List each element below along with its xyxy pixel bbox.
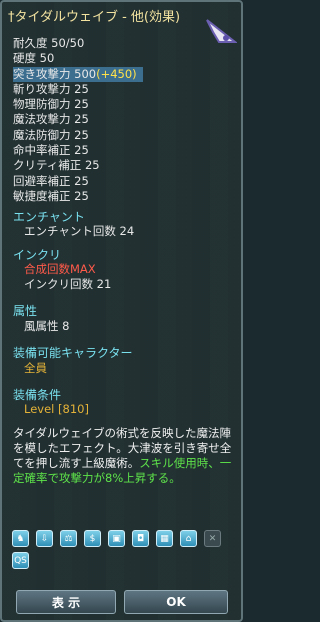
- stat-evasion-correction: 回避率補正 25: [13, 173, 89, 188]
- equip-cond-heading: 装備条件: [13, 388, 62, 402]
- money-bag-icon[interactable]: $: [84, 530, 101, 547]
- equip-cond-value: Level [810]: [24, 402, 89, 416]
- inkuri-max-label: 合成回数MAX: [24, 262, 96, 276]
- qs-icon[interactable]: QS: [12, 552, 29, 569]
- horse-icon[interactable]: ♞: [12, 530, 29, 547]
- home-icon[interactable]: ⌂: [180, 530, 197, 547]
- stat-magic-defense: 魔法防御力 25: [13, 127, 89, 142]
- attribute-heading: 属性: [13, 304, 38, 318]
- equip-chars-value: 全員: [24, 361, 47, 375]
- item-corner-icon: [206, 19, 237, 43]
- equip-chars-heading: 装備可能キャラクター: [13, 346, 133, 360]
- inkuri-value: インクリ回数 21: [24, 277, 112, 291]
- ok-button[interactable]: OK: [124, 590, 228, 614]
- show-button[interactable]: 表 示: [16, 590, 116, 614]
- stat-thrust-label: 突き攻撃力 500: [13, 66, 97, 81]
- box-icon[interactable]: ▦: [156, 530, 173, 547]
- chest-icon[interactable]: ▣: [108, 530, 125, 547]
- attribute-value: 風属性 8: [24, 319, 70, 333]
- stat-slash-attack: 斬り攻撃力 25: [13, 81, 89, 96]
- stat-magic-attack: 魔法攻撃力 25: [13, 112, 89, 127]
- stat-thrust-attack: 突き攻撃力 500(+450): [13, 66, 143, 82]
- stat-thrust-bonus: (+450): [96, 66, 137, 81]
- stat-critical-correction: クリティ補正 25: [13, 158, 100, 173]
- stat-physical-defense: 物理防御力 25: [13, 97, 89, 112]
- item-tooltip-panel: †タイダルウェイブ - 他(効果) 耐久度 50/50 硬度 50 突き攻撃力 …: [0, 0, 243, 622]
- stat-hardness: 硬度 50: [13, 51, 55, 66]
- item-description: タイダルウェイブの術式を反映した魔法陣を模したエフェクト。大津波を引き寄せ全てを…: [13, 426, 238, 486]
- stats-list: 耐久度 50/50 硬度 50 突き攻撃力 500(+450) 斬り攻撃力 25…: [13, 36, 143, 204]
- stat-durability: 耐久度 50/50: [13, 36, 85, 50]
- stat-hit-correction: 命中率補正 25: [13, 143, 89, 158]
- disabled-icon[interactable]: ✕: [204, 530, 221, 547]
- scale-icon[interactable]: ⚖: [60, 530, 77, 547]
- enchant-value: エンチャント回数 24: [24, 224, 135, 238]
- item-title: †タイダルウェイブ - 他(効果): [8, 10, 181, 25]
- stat-agility-correction: 敏捷度補正 25: [13, 188, 89, 203]
- bag-icon[interactable]: ◘: [132, 530, 149, 547]
- arrow-down-icon[interactable]: ⇩: [36, 530, 53, 547]
